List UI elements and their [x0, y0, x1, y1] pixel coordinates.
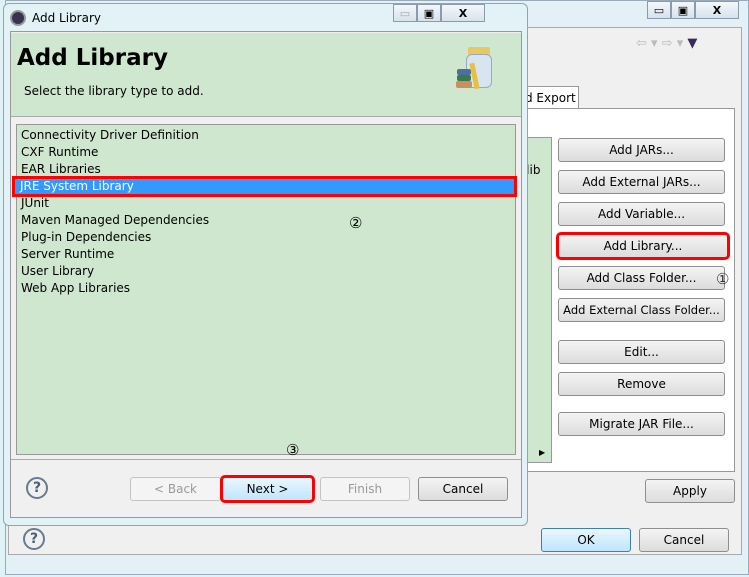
- divider: [11, 459, 521, 460]
- list-item-selected[interactable]: JRE System Library: [12, 176, 517, 197]
- list-item[interactable]: User Library: [17, 263, 515, 280]
- library-jar-icon: [456, 47, 496, 91]
- close-button[interactable]: X: [441, 4, 485, 22]
- back-button[interactable]: < Back: [130, 477, 221, 501]
- add-variable-button[interactable]: Add Variable...: [558, 202, 725, 226]
- back-help-icon[interactable]: ?: [23, 528, 45, 550]
- add-external-class-folder-button[interactable]: Add External Class Folder...: [558, 298, 725, 322]
- help-icon[interactable]: ?: [26, 477, 48, 499]
- list-item[interactable]: JUnit: [17, 195, 515, 212]
- list-item[interactable]: CXF Runtime: [17, 144, 515, 161]
- add-jars-button[interactable]: Add JARs...: [558, 138, 725, 162]
- tab-order-export[interactable]: d Export: [520, 86, 579, 109]
- cancel-button[interactable]: Cancel: [418, 477, 508, 501]
- scroll-right-icon[interactable]: ▶: [539, 448, 545, 457]
- list-item[interactable]: Maven Managed Dependencies: [17, 212, 515, 229]
- list-item[interactable]: Connectivity Driver Definition: [17, 127, 515, 144]
- back-maximize-button[interactable]: ▣: [671, 1, 695, 19]
- nav-arrows[interactable]: ⇦ ▾ ⇨ ▾ ▼: [636, 36, 697, 51]
- library-type-list[interactable]: Connectivity Driver Definition CXF Runti…: [12, 124, 517, 455]
- add-external-jars-button[interactable]: Add External JARs...: [558, 170, 725, 194]
- back-minimize-button[interactable]: ▭: [647, 1, 671, 19]
- finish-button[interactable]: Finish: [320, 477, 410, 501]
- ok-button[interactable]: OK: [541, 528, 631, 552]
- list-item[interactable]: Server Runtime: [17, 246, 515, 263]
- edit-button[interactable]: Edit...: [558, 340, 725, 364]
- dialog-title: Add Library: [32, 11, 102, 25]
- maximize-button[interactable]: ▣: [417, 4, 441, 22]
- add-library-button[interactable]: Add Library...: [556, 232, 730, 260]
- back-cancel-button[interactable]: Cancel: [639, 528, 729, 552]
- dialog-header: Add Library Select the library type to a…: [11, 33, 521, 117]
- list-item[interactable]: Web App Libraries: [17, 280, 515, 297]
- back-close-button[interactable]: X: [695, 1, 739, 19]
- header-title: Add Library: [17, 45, 168, 71]
- migrate-jar-button[interactable]: Migrate JAR File...: [558, 412, 725, 436]
- header-subtitle: Select the library type to add.: [24, 84, 204, 98]
- eclipse-icon: [10, 10, 26, 26]
- annotation-step-2: ②: [349, 214, 363, 232]
- list-item[interactable]: Plug-in Dependencies: [17, 229, 515, 246]
- add-class-folder-button[interactable]: Add Class Folder...: [558, 266, 725, 290]
- minimize-button[interactable]: ▭: [393, 4, 417, 22]
- annotation-step-1: ①: [716, 270, 730, 288]
- apply-button[interactable]: Apply: [645, 479, 735, 503]
- remove-button[interactable]: Remove: [558, 372, 725, 396]
- list-item[interactable]: EAR Libraries: [17, 161, 515, 178]
- annotation-step-3: ③: [286, 441, 300, 459]
- next-button[interactable]: Next >: [220, 475, 315, 503]
